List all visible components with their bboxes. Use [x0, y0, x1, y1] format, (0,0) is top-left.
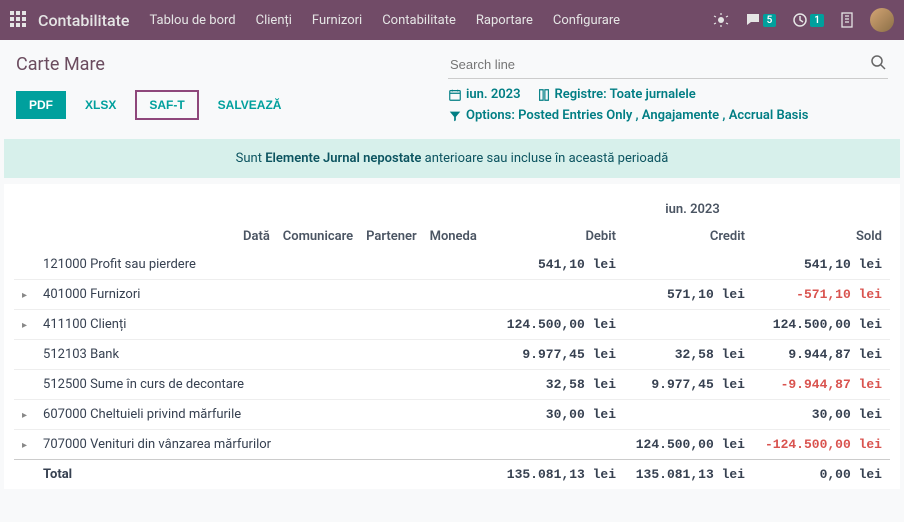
debit-cell — [495, 430, 624, 460]
xlsx-button[interactable]: XLSX — [72, 91, 129, 119]
messages-badge: 5 — [763, 14, 777, 27]
table-row: ▸ 707000 Venituri din vânzarea mărfurilor… — [14, 430, 890, 460]
balance-cell: 541,10 lei — [753, 250, 890, 280]
nav-item-customers[interactable]: Clienți — [256, 13, 292, 28]
balance-cell: -571,10 lei — [753, 280, 890, 310]
credit-cell: 32,58 lei — [624, 340, 753, 370]
total-row: Total135.081,13 lei135.081,13 lei0,00 le… — [14, 460, 890, 490]
account-name[interactable]: 512103 Bank — [43, 347, 119, 362]
banner-suffix: anterioare sau incluse în această perioa… — [421, 151, 668, 166]
debit-cell: 32,58 lei — [495, 370, 624, 400]
expand-caret-icon[interactable]: ▸ — [22, 290, 27, 301]
total-credit: 135.081,13 lei — [624, 460, 753, 490]
table-row: ▸ 401000 Furnizori 571,10 lei-571,10 lei — [14, 280, 890, 310]
page-title: Carte Mare — [16, 54, 105, 75]
table-row: ▸ 411100 Clienți 124.500,00 lei 124.500,00 … — [14, 310, 890, 340]
avatar[interactable] — [870, 8, 894, 32]
top-navbar: Contabilitate Tablou de bord Clienți Fur… — [0, 0, 904, 40]
toolbar-row: PDF XLSX SAF-T SALVEAZĂ iun. 2023 Regist… — [0, 87, 904, 133]
nav-item-vendors[interactable]: Furnizori — [312, 13, 362, 28]
credit-cell: 9.977,45 lei — [624, 370, 753, 400]
tray-icon[interactable] — [840, 12, 854, 28]
filter-journals[interactable]: Registre: Toate jurnalele — [537, 87, 696, 102]
table-row: 121000 Profit sau pierdere 541,10 lei 541,… — [14, 250, 890, 280]
balance-cell: 30,00 lei — [753, 400, 890, 430]
account-name[interactable]: 512500 Sume în curs de decontare — [43, 377, 244, 392]
balance-cell: 124.500,00 lei — [753, 310, 890, 340]
col-communication: Comunicare — [283, 229, 353, 244]
pdf-button[interactable]: PDF — [16, 91, 66, 119]
col-balance: Sold — [753, 223, 890, 250]
total-balance: 0,00 lei — [753, 460, 890, 490]
expand-caret-icon[interactable]: ▸ — [22, 410, 27, 421]
activity-icon[interactable]: 1 — [792, 12, 824, 28]
filter-options-label: Options: Posted Entries Only , Angajamen… — [466, 108, 808, 123]
debit-cell — [495, 280, 624, 310]
bug-icon[interactable] — [713, 12, 729, 28]
nav-item-dashboard[interactable]: Tablou de bord — [149, 13, 235, 28]
col-date: Dată — [243, 229, 270, 244]
search-icon[interactable] — [870, 54, 886, 74]
toolbar-buttons: PDF XLSX SAF-T SALVEAZĂ — [16, 87, 294, 123]
banner-strong: Elemente Jurnal nepostate — [265, 151, 421, 166]
nav-item-accounting[interactable]: Contabilitate — [382, 13, 456, 28]
debit-cell: 9.977,45 lei — [495, 340, 624, 370]
expand-caret-icon[interactable]: ▸ — [22, 440, 27, 451]
calendar-icon — [448, 88, 462, 102]
debit-cell: 124.500,00 lei — [495, 310, 624, 340]
account-name[interactable]: 401000 Furnizori — [43, 287, 140, 302]
col-partner: Partener — [366, 229, 417, 244]
filter-date-label: iun. 2023 — [466, 87, 521, 102]
nav-right: 5 1 — [713, 8, 894, 32]
search-area — [448, 50, 888, 79]
activity-badge: 1 — [810, 14, 824, 27]
credit-cell — [624, 400, 753, 430]
nav-menu: Tablou de bord Clienți Furnizori Contabi… — [149, 13, 620, 28]
messages-icon[interactable]: 5 — [745, 12, 777, 28]
filter-icon — [448, 109, 462, 123]
total-debit: 135.081,13 lei — [495, 460, 624, 490]
nav-item-reporting[interactable]: Raportare — [476, 13, 533, 28]
filter-journals-label: Registre: Toate jurnalele — [555, 87, 696, 102]
balance-cell: -9.944,87 lei — [753, 370, 890, 400]
table-row: 512500 Sume în curs de decontare 32,58 le… — [14, 370, 890, 400]
col-credit: Credit — [624, 223, 753, 250]
book-icon — [537, 88, 551, 102]
account-name[interactable]: 411100 Clienți — [43, 317, 126, 332]
col-currency: Moneda — [430, 229, 477, 244]
balance-cell: 9.944,87 lei — [753, 340, 890, 370]
table-row: 512103 Bank 9.977,45 lei32,58 lei9.944,87… — [14, 340, 890, 370]
filters: iun. 2023 Registre: Toate jurnalele Opti… — [448, 87, 888, 123]
total-label: Total — [35, 460, 495, 490]
nav-brand[interactable]: Contabilitate — [38, 11, 129, 30]
col-debit: Debit — [495, 223, 624, 250]
report-table: iun. 2023 Dată Comunicare Partener Moned… — [4, 184, 900, 489]
debit-cell: 541,10 lei — [495, 250, 624, 280]
nav-item-configuration[interactable]: Configurare — [553, 13, 620, 28]
period-header: iun. 2023 — [495, 202, 890, 223]
balance-cell: -124.500,00 lei — [753, 430, 890, 460]
header-row: Carte Mare — [0, 40, 904, 87]
expand-caret-icon[interactable]: ▸ — [22, 320, 27, 331]
account-name[interactable]: 121000 Profit sau pierdere — [43, 257, 196, 272]
filter-options[interactable]: Options: Posted Entries Only , Angajamen… — [448, 108, 808, 123]
credit-cell — [624, 310, 753, 340]
search-input[interactable] — [450, 57, 870, 72]
unposted-banner[interactable]: Sunt Elemente Jurnal nepostate anterioar… — [4, 139, 900, 178]
banner-prefix: Sunt — [236, 151, 266, 166]
save-button[interactable]: SALVEAZĂ — [205, 91, 295, 119]
saft-button[interactable]: SAF-T — [135, 90, 198, 120]
credit-cell — [624, 250, 753, 280]
credit-cell: 124.500,00 lei — [624, 430, 753, 460]
account-name[interactable]: 607000 Cheltuieli privind mărfurile — [43, 407, 241, 422]
credit-cell: 571,10 lei — [624, 280, 753, 310]
table-row: ▸ 607000 Cheltuieli privind mărfurile 30,0… — [14, 400, 890, 430]
debit-cell: 30,00 lei — [495, 400, 624, 430]
filter-date[interactable]: iun. 2023 — [448, 87, 521, 102]
account-name[interactable]: 707000 Venituri din vânzarea mărfurilor — [43, 437, 271, 452]
apps-icon[interactable] — [10, 11, 28, 29]
